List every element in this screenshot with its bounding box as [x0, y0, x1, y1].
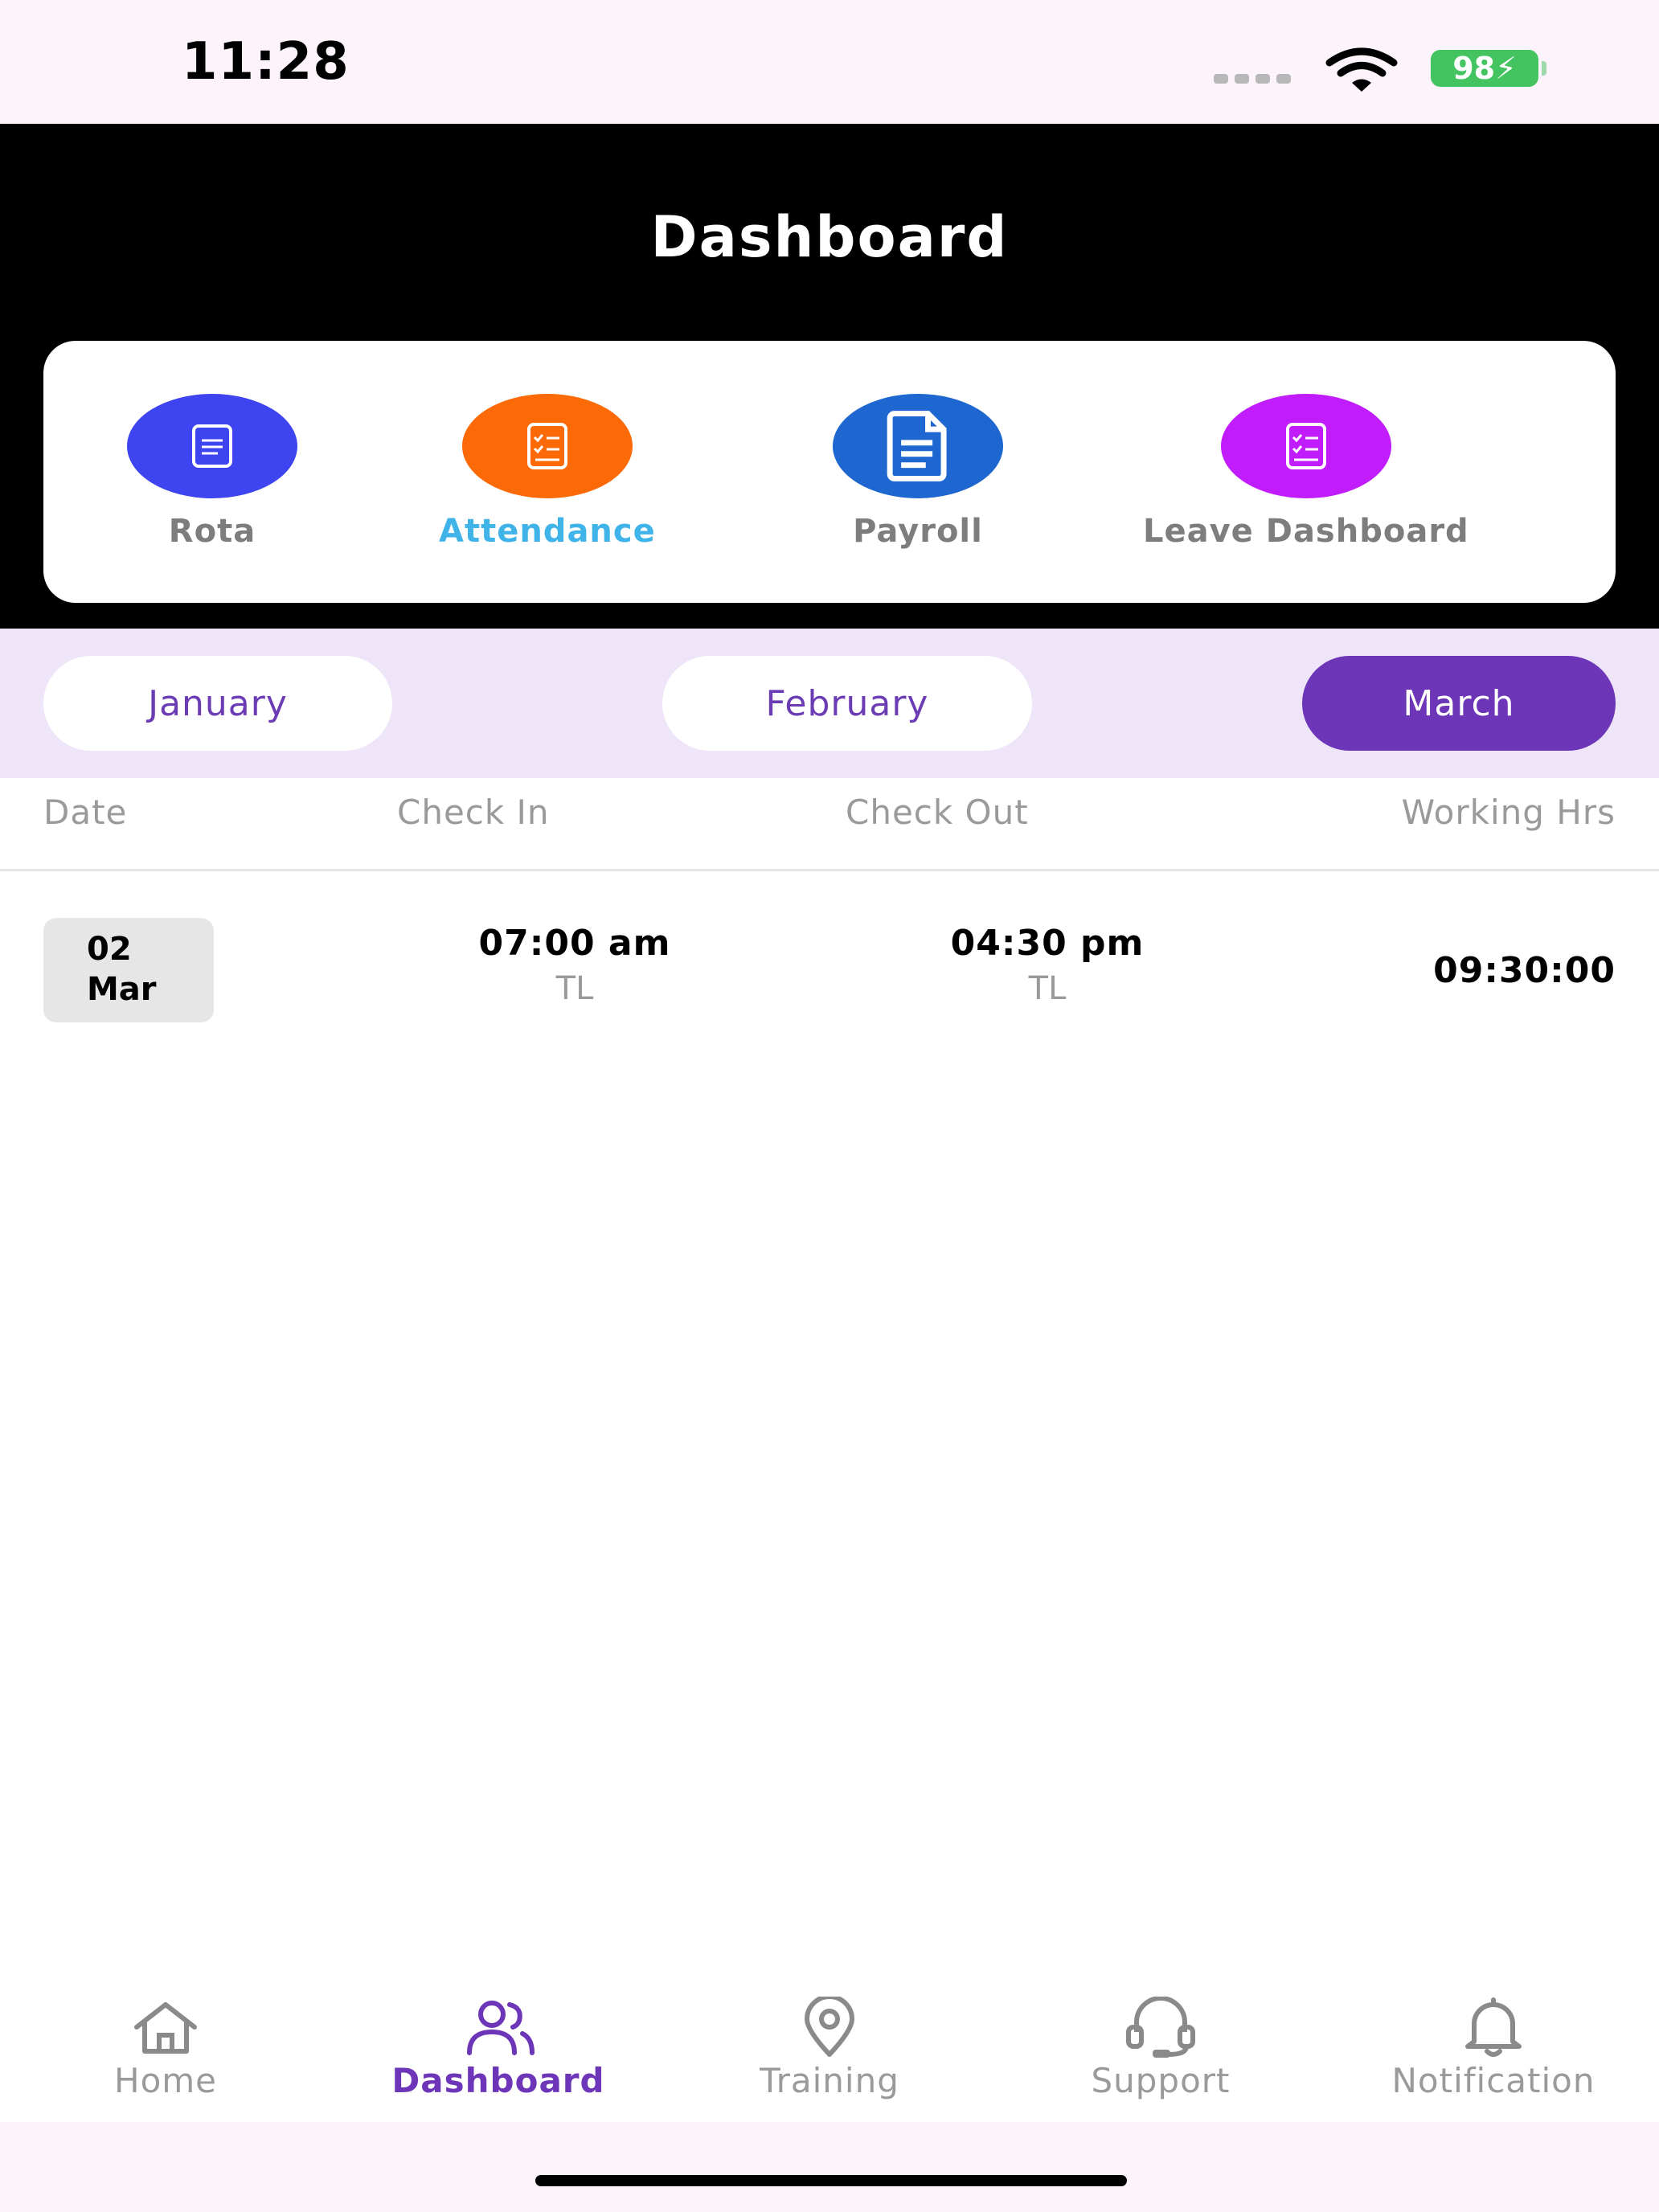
check-in-cell: 07:00 am TL: [450, 923, 699, 1007]
charging-bolt-icon: ⚡: [1495, 51, 1517, 86]
nav-label: Dashboard: [391, 2061, 605, 2100]
check-out-location: TL: [1028, 970, 1067, 1007]
headset-icon: [1126, 1997, 1195, 2058]
quick-action-payroll[interactable]: Payroll: [833, 394, 1003, 550]
users-icon: [467, 2001, 535, 2055]
page-title: Dashboard: [650, 204, 1009, 270]
check-in-time: 07:00 am: [478, 923, 671, 964]
document-icon: [887, 411, 947, 481]
wifi-icon: [1325, 47, 1398, 92]
bell-icon: [1465, 1997, 1522, 2057]
column-header-working-hrs: Working Hrs: [1401, 793, 1616, 832]
nav-training[interactable]: Training: [685, 1997, 974, 2100]
date-day: 02: [87, 931, 132, 968]
date-month: Mar: [87, 971, 157, 1008]
battery-indicator: 98 ⚡: [1431, 50, 1538, 87]
nav-dashboard[interactable]: Dashboard: [354, 1997, 643, 2100]
table-row[interactable]: 02 Mar 07:00 am TL 04:30 pm TL 09:30:00: [0, 900, 1659, 1029]
check-out-time: 04:30 pm: [950, 923, 1145, 964]
payroll-icon-circle: [833, 394, 1003, 498]
month-january-button[interactable]: January: [43, 656, 392, 751]
column-header-check-out: Check Out: [846, 793, 1029, 832]
cellular-signal-icon: [1214, 74, 1291, 84]
nav-notification[interactable]: Notification: [1349, 1997, 1638, 2100]
document-icon: [192, 424, 232, 468]
nav-support[interactable]: Support: [1016, 1997, 1305, 2100]
nav-label: Home: [113, 2061, 218, 2100]
nav-label: Support: [1091, 2061, 1231, 2100]
month-march-button[interactable]: March: [1302, 656, 1616, 751]
quick-action-label: Leave Dashboard: [1143, 513, 1469, 550]
battery-tip: [1542, 61, 1546, 76]
quick-action-rota[interactable]: Rota: [127, 394, 297, 550]
quick-action-label: Payroll: [853, 513, 983, 550]
home-indicator[interactable]: [535, 2175, 1127, 2186]
month-february-button[interactable]: February: [662, 656, 1032, 751]
attendance-icon-circle: [461, 394, 633, 498]
working-hours: 09:30:00: [1433, 950, 1616, 991]
home-indicator-area: [0, 2122, 1659, 2212]
home-icon: [134, 2002, 197, 2054]
check-in-location: TL: [555, 970, 594, 1007]
column-header-check-in: Check In: [397, 793, 550, 832]
nav-label: Training: [760, 2061, 899, 2100]
nav-home[interactable]: Home: [21, 1997, 310, 2100]
quick-action-label: Attendance: [439, 513, 656, 550]
check-out-cell: 04:30 pm TL: [923, 923, 1172, 1007]
column-header-date: Date: [43, 793, 128, 832]
date-chip: 02 Mar: [43, 918, 214, 1022]
quick-action-leave-dashboard[interactable]: Leave Dashboard: [1143, 394, 1469, 550]
status-time: 11:28: [182, 32, 350, 92]
leave-dashboard-icon-circle: [1220, 394, 1391, 498]
quick-action-label: Rota: [168, 513, 256, 550]
checklist-document-icon: [526, 423, 567, 469]
battery-level: 98: [1452, 51, 1496, 86]
attendance-table-header: Date Check In Check Out Working Hrs: [0, 778, 1659, 871]
checklist-document-icon: [1285, 423, 1326, 469]
nav-label: Notification: [1391, 2061, 1596, 2100]
rota-icon-circle: [127, 394, 297, 498]
quick-action-attendance[interactable]: Attendance: [439, 394, 656, 550]
location-pin-icon: [805, 1997, 854, 2057]
